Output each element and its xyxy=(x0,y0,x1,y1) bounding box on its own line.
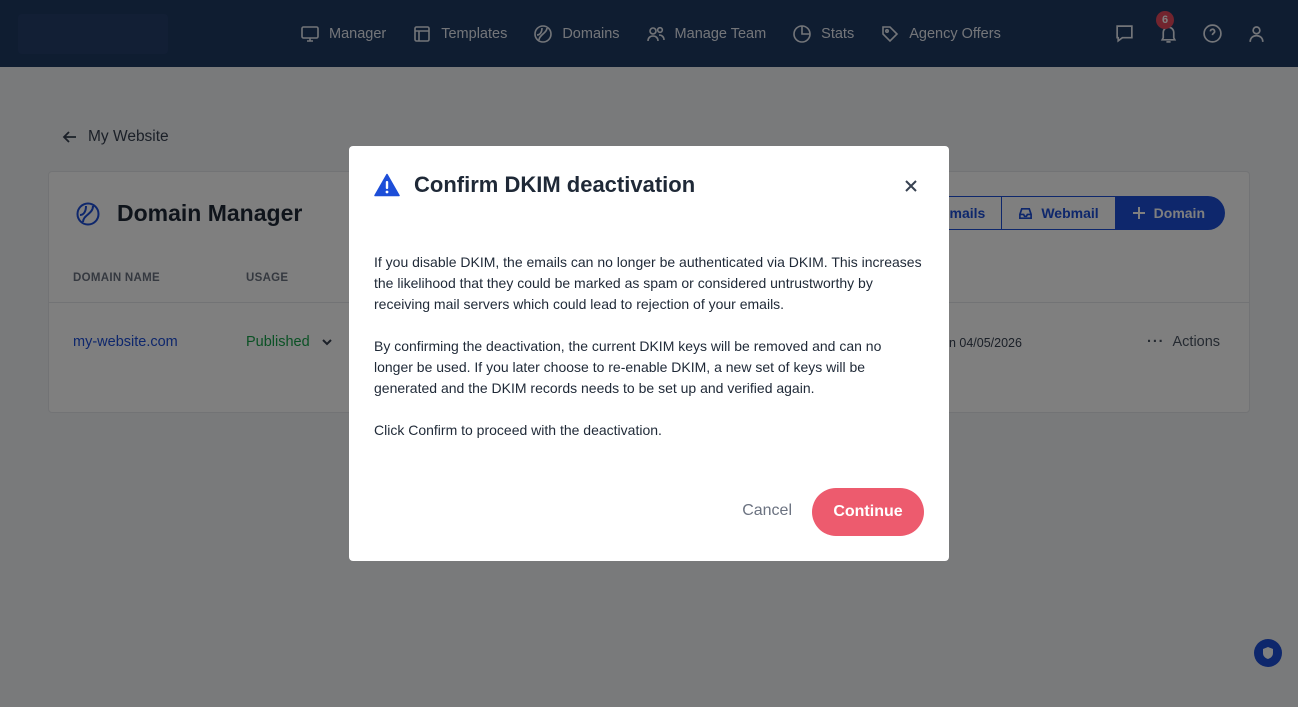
continue-button[interactable]: Continue xyxy=(812,488,924,536)
close-button[interactable] xyxy=(903,178,919,194)
cancel-button[interactable]: Cancel xyxy=(742,502,792,520)
dialog-title: Confirm DKIM deactivation xyxy=(414,172,696,197)
warning-icon xyxy=(374,173,400,197)
dialog-body: If you disable DKIM, the emails can no l… xyxy=(374,252,924,462)
dialog-paragraph: By confirming the deactivation, the curr… xyxy=(374,338,882,396)
dialog-header: Confirm DKIM deactivation xyxy=(374,172,695,198)
dialog-paragraph: Click Confirm to proceed with the deacti… xyxy=(374,422,662,438)
confirm-dkim-dialog: Confirm DKIM deactivation If you disable… xyxy=(349,146,949,561)
dialog-paragraph: If you disable DKIM, the emails can no l… xyxy=(374,254,922,312)
close-icon xyxy=(905,180,917,192)
